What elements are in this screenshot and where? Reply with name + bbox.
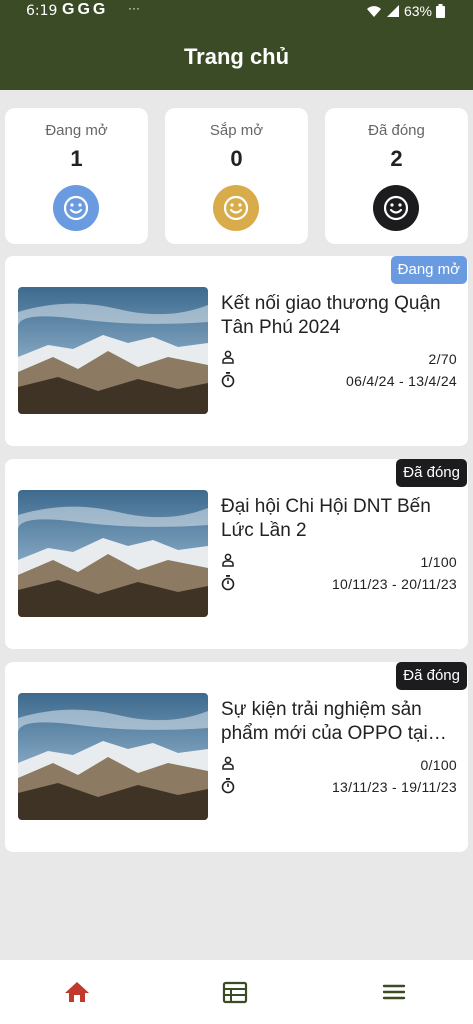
timer-icon xyxy=(221,372,235,388)
timer-icon xyxy=(221,778,235,794)
status-badge: Đã đóng xyxy=(396,662,467,690)
dates-row: 06/4/24 - 13/4/24 xyxy=(221,371,457,391)
signal-icon xyxy=(386,5,399,17)
event-thumbnail xyxy=(18,693,208,820)
timer-icon xyxy=(221,575,235,591)
participants-row: 0/100 xyxy=(221,755,457,775)
bottom-nav xyxy=(0,960,473,1024)
calendar-icon xyxy=(222,981,248,1004)
participants-count: 2/70 xyxy=(428,351,457,367)
dates-row: 13/11/23 - 19/11/23 xyxy=(221,777,457,797)
app-bar: Trang chủ xyxy=(0,24,473,90)
stat-count: 0 xyxy=(230,146,243,171)
notification-dots: ··· xyxy=(128,1,140,15)
battery-percent: 63% xyxy=(403,3,432,19)
nav-calendar[interactable] xyxy=(222,980,250,1006)
google-notification-icons: GGG xyxy=(62,1,109,18)
status-badge: Đã đóng xyxy=(396,459,467,487)
event-dates: 06/4/24 - 13/4/24 xyxy=(346,373,457,389)
person-icon xyxy=(222,350,234,364)
event-card[interactable]: Đã đóng Đại hội Chi Hội DNT Bến Lức Lần … xyxy=(5,459,468,649)
stat-label: Sắp mở xyxy=(209,122,264,139)
page-title: Trang chủ xyxy=(183,44,290,69)
stat-card-upcoming[interactable]: Sắp mở 0 xyxy=(165,108,308,244)
event-title: Kết nối giao thương Quận Tân Phú 2024 xyxy=(221,293,441,338)
stat-label: Đã đóng xyxy=(368,122,425,139)
status-badge: Đang mở xyxy=(390,256,467,284)
menu-icon xyxy=(382,984,406,1000)
stat-count: 1 xyxy=(70,146,83,171)
event-title: Đại hội Chi Hội DNT Bến Lức Lần 2 xyxy=(221,496,431,541)
event-dates: 10/11/23 - 20/11/23 xyxy=(331,576,457,592)
wifi-icon xyxy=(366,6,381,17)
event-title: Sự kiện trải nghiệm sản phẩm mới của OPP… xyxy=(221,699,428,744)
person-icon xyxy=(222,553,234,567)
participants-count: 0/100 xyxy=(420,757,457,773)
stat-card-open[interactable]: Đang mở 1 xyxy=(5,108,148,244)
dates-row: 10/11/23 - 20/11/23 xyxy=(221,574,457,594)
home-icon xyxy=(65,982,89,1002)
event-thumbnail xyxy=(18,287,208,414)
battery-icon xyxy=(436,4,445,18)
nav-home[interactable] xyxy=(64,980,92,1006)
stat-label: Đang mở xyxy=(45,122,108,139)
status-time: 6:19 xyxy=(26,3,58,19)
status-bar: 6:19 GGG ··· 63% xyxy=(0,0,473,24)
person-icon xyxy=(222,756,234,770)
smiley-icon xyxy=(213,185,259,231)
event-thumbnail xyxy=(18,490,208,617)
participants-row: 1/100 xyxy=(221,552,457,572)
stat-card-closed[interactable]: Đã đóng 2 xyxy=(325,108,468,244)
participants-count: 1/100 xyxy=(420,554,457,570)
nav-menu[interactable] xyxy=(381,980,409,1006)
smiley-icon xyxy=(373,185,419,231)
smiley-icon xyxy=(53,185,99,231)
stats-row: Đang mở 1 Sắp mở 0 Đã đóng 2 xyxy=(5,108,468,244)
event-card[interactable]: Đang mở Kết nối giao thương Quận Tân Phú… xyxy=(5,256,468,446)
event-dates: 13/11/23 - 19/11/23 xyxy=(331,779,457,795)
event-card[interactable]: Đã đóng Sự kiện trải nghiệm sản phẩm mới… xyxy=(5,662,468,852)
stat-count: 2 xyxy=(390,146,403,171)
participants-row: 2/70 xyxy=(221,349,457,369)
